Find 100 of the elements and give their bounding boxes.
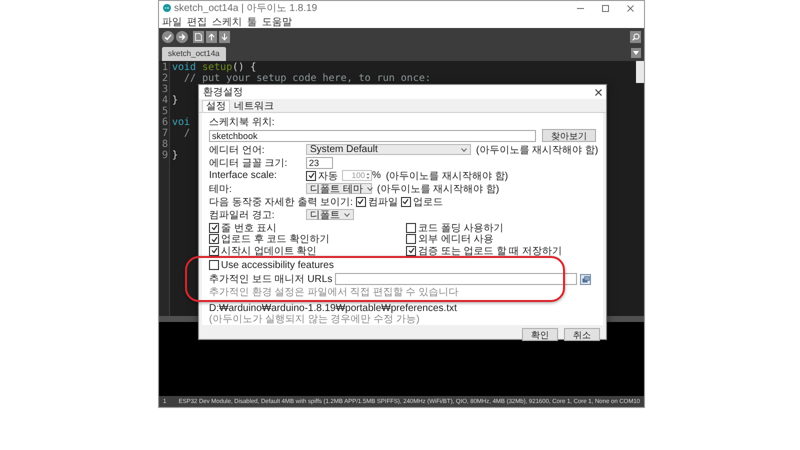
settings-tab[interactable]: 네트워크 — [230, 100, 278, 112]
line-number: 5 — [162, 106, 168, 117]
caret-down-icon — [344, 212, 350, 216]
open-button[interactable] — [206, 30, 217, 42]
field-label: 테마: — [209, 182, 233, 196]
checkbox-label: 외부 에디터 사용 — [418, 233, 494, 246]
preferences-path: D:₩arduino₩arduino-1.8.19₩portable₩preferences.txt — [209, 302, 458, 314]
checkbox[interactable] — [406, 222, 416, 233]
checkmark-icon — [357, 198, 364, 205]
checkbox[interactable] — [356, 196, 366, 206]
restart-note: (아두이노를 재시작해야 함) — [377, 182, 500, 196]
checkbox[interactable] — [306, 170, 316, 180]
checkmark-icon — [408, 247, 414, 254]
sketch-tab[interactable]: sketch_oct14a — [162, 47, 226, 61]
close-icon[interactable] — [627, 4, 634, 12]
field-label: 에디터 언어: — [209, 144, 266, 156]
search-icon — [632, 32, 640, 40]
caret-down-icon — [461, 148, 467, 152]
line-number: 2 — [162, 73, 168, 84]
checkbox[interactable] — [209, 260, 219, 270]
checkmark-icon — [308, 172, 314, 179]
arrow-down-icon — [221, 32, 228, 40]
upload-button[interactable] — [176, 30, 188, 42]
code-keyword: void — [172, 62, 196, 73]
arrow-right-icon — [178, 32, 186, 40]
checkbox-label: 업로드 — [412, 196, 443, 208]
field-label: 다음 동작중 자세한 출력 보이기: — [209, 196, 353, 208]
warnings-dropdown[interactable]: 디폴트 — [306, 209, 354, 220]
verify-button[interactable] — [162, 30, 174, 42]
windows-icon — [582, 276, 590, 282]
percent-sign: % — [372, 170, 381, 181]
checkbox[interactable] — [209, 222, 219, 233]
board-urls-field[interactable] — [335, 273, 577, 285]
checkbox-label: 자동 — [318, 170, 338, 182]
field-label: Interface scale: — [209, 170, 278, 181]
restart-note: (아두이노를 재시작해야 함) — [476, 144, 598, 156]
checkbox-label: 코드 폴딩 사용하기 — [418, 222, 504, 234]
path-hint: (아두이노가 실행되지 않는 경우에만 수정 가능) — [209, 314, 421, 324]
preferences-note: 추가적인 환경 설정은 파일에서 직접 편집할 수 있습니다 — [209, 286, 460, 298]
app-logo-icon — [163, 4, 171, 12]
dialog-button[interactable]: 확인 — [522, 328, 558, 340]
scrollbar[interactable] — [636, 61, 644, 83]
checkbox[interactable] — [406, 234, 416, 244]
restart-note: (아두이노를 재시작해야 함) — [386, 170, 508, 182]
field-label: 스케치북 위치: — [209, 116, 275, 128]
line-number: 7 — [162, 128, 168, 139]
url-list-button[interactable] — [580, 274, 591, 284]
arrow-up-icon — [208, 32, 215, 40]
code-plain: () { — [232, 62, 256, 73]
serial-monitor-button[interactable] — [630, 30, 641, 42]
checkbox[interactable] — [400, 196, 411, 206]
line-number: 1 — [162, 62, 168, 73]
settings-tab[interactable]: 설정 — [202, 100, 230, 112]
line-number: 9 — [162, 150, 168, 161]
line-number: 4 — [162, 95, 168, 106]
line-number: 6 — [162, 117, 168, 128]
menu-item[interactable]: 도움말 — [262, 14, 292, 28]
new-button[interactable] — [193, 30, 204, 42]
tab-menu-button[interactable] — [631, 48, 641, 58]
menu-item[interactable]: 편집 — [187, 14, 207, 28]
menu-item[interactable]: 툴 — [247, 14, 257, 28]
page-icon — [195, 32, 202, 40]
line-number: 3 — [162, 84, 168, 95]
checkbox-label: 시작시 업데이트 확인 — [221, 244, 317, 258]
code-comment: / — [183, 128, 190, 139]
code-plain: } — [172, 95, 178, 106]
save-button[interactable] — [219, 30, 230, 42]
code-function: setup — [201, 62, 232, 73]
spinner-arrows-icon — [366, 172, 370, 180]
line-number: 8 — [162, 139, 168, 150]
checkbox[interactable] — [406, 246, 416, 256]
close-icon[interactable] — [595, 88, 602, 96]
sketchbook-field[interactable]: sketchbook — [209, 130, 536, 142]
field-label: 에디터 글꼴 크기: — [209, 156, 288, 170]
language-dropdown[interactable]: System Default — [306, 144, 471, 155]
checkbox-label: Use accessibility features — [221, 260, 334, 270]
dialog-title: 환경설정 — [203, 86, 243, 99]
code-comment: // put your setup code here, to run once: — [183, 73, 431, 84]
checkbox-label: 업로드 후 코드 확인하기 — [221, 233, 330, 246]
theme-dropdown[interactable]: 디폴트 테마 — [306, 183, 372, 194]
menu-item[interactable]: 스케치 — [212, 14, 242, 28]
checkmark-icon — [402, 198, 410, 205]
checkmark-icon — [164, 32, 172, 40]
code-keyword: voi — [172, 117, 190, 128]
checkbox[interactable] — [209, 234, 219, 244]
maximize-icon[interactable] — [602, 4, 609, 12]
checkbox-label: 줄 번호 표시 — [221, 222, 277, 234]
code-plain: } — [172, 150, 178, 161]
caret-down-icon — [633, 51, 639, 55]
checkbox-label: 검증 또는 업로드 할 때 저장하기 — [418, 244, 562, 258]
checkbox[interactable] — [209, 246, 219, 256]
menu-item[interactable]: 파일 — [162, 14, 182, 28]
field-label: 컴파일러 경고: — [209, 208, 276, 222]
font-size-field[interactable]: 23 — [306, 156, 333, 168]
dialog-button[interactable]: 취소 — [564, 328, 600, 340]
window-title: sketch_oct14a | 아두이노 1.8.19 — [174, 2, 318, 15]
browse-button[interactable]: 찾아보기 — [542, 129, 596, 142]
checkbox-label: 컴파일 — [368, 196, 398, 208]
caret-down-icon — [366, 186, 373, 190]
field-label: 추가적인 보드 매니저 URLs — [209, 273, 332, 286]
